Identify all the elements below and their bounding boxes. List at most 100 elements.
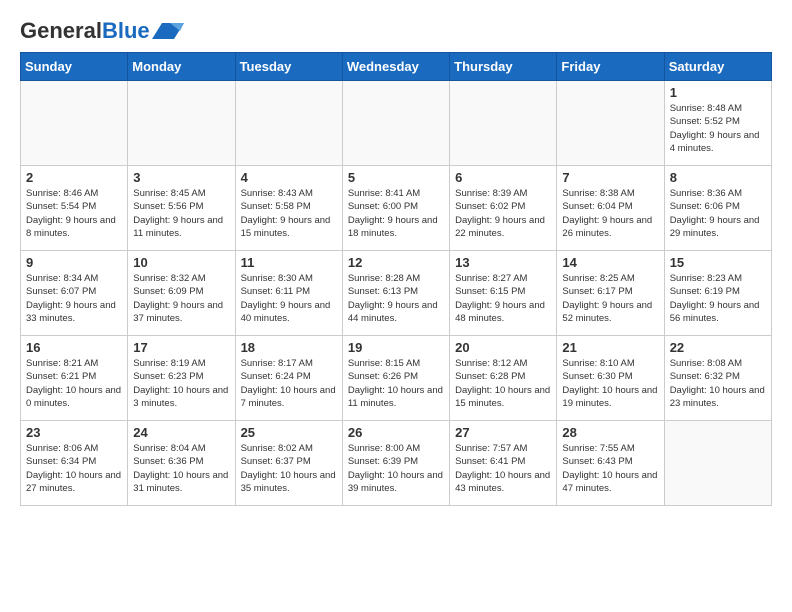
day-number: 20 xyxy=(455,340,551,355)
calendar-day-cell: 7 Sunrise: 8:38 AM Sunset: 6:04 PM Daylig… xyxy=(557,166,664,251)
calendar-week-row: 16 Sunrise: 8:21 AM Sunset: 6:21 PM Dayli… xyxy=(21,336,772,421)
day-number: 18 xyxy=(241,340,337,355)
calendar-week-row: 23 Sunrise: 8:06 AM Sunset: 6:34 PM Dayli… xyxy=(21,421,772,506)
day-number: 14 xyxy=(562,255,658,270)
day-info: Sunrise: 8:12 AM Sunset: 6:28 PM Dayligh… xyxy=(455,357,551,410)
calendar-day-cell: 25 Sunrise: 8:02 AM Sunset: 6:37 PM Dayli… xyxy=(235,421,342,506)
day-number: 12 xyxy=(348,255,444,270)
day-info: Sunrise: 8:02 AM Sunset: 6:37 PM Dayligh… xyxy=(241,442,337,495)
weekday-header: Thursday xyxy=(450,53,557,81)
day-info: Sunrise: 8:48 AM Sunset: 5:52 PM Dayligh… xyxy=(670,102,766,155)
calendar-day-cell: 27 Sunrise: 7:57 AM Sunset: 6:41 PM Dayli… xyxy=(450,421,557,506)
day-number: 13 xyxy=(455,255,551,270)
day-info: Sunrise: 8:23 AM Sunset: 6:19 PM Dayligh… xyxy=(670,272,766,325)
calendar-day-cell xyxy=(128,81,235,166)
day-number: 23 xyxy=(26,425,122,440)
day-number: 19 xyxy=(348,340,444,355)
calendar-day-cell: 1 Sunrise: 8:48 AM Sunset: 5:52 PM Daylig… xyxy=(664,81,771,166)
day-number: 22 xyxy=(670,340,766,355)
calendar-day-cell: 17 Sunrise: 8:19 AM Sunset: 6:23 PM Dayli… xyxy=(128,336,235,421)
day-info: Sunrise: 8:43 AM Sunset: 5:58 PM Dayligh… xyxy=(241,187,337,240)
day-number: 1 xyxy=(670,85,766,100)
calendar-day-cell: 13 Sunrise: 8:27 AM Sunset: 6:15 PM Dayli… xyxy=(450,251,557,336)
day-info: Sunrise: 8:19 AM Sunset: 6:23 PM Dayligh… xyxy=(133,357,229,410)
calendar-day-cell: 22 Sunrise: 8:08 AM Sunset: 6:32 PM Dayli… xyxy=(664,336,771,421)
day-info: Sunrise: 8:36 AM Sunset: 6:06 PM Dayligh… xyxy=(670,187,766,240)
calendar-day-cell: 3 Sunrise: 8:45 AM Sunset: 5:56 PM Daylig… xyxy=(128,166,235,251)
day-info: Sunrise: 8:32 AM Sunset: 6:09 PM Dayligh… xyxy=(133,272,229,325)
calendar-day-cell: 6 Sunrise: 8:39 AM Sunset: 6:02 PM Daylig… xyxy=(450,166,557,251)
page-header: GeneralBlue xyxy=(20,20,772,42)
calendar-day-cell: 21 Sunrise: 8:10 AM Sunset: 6:30 PM Dayli… xyxy=(557,336,664,421)
day-number: 6 xyxy=(455,170,551,185)
day-info: Sunrise: 8:46 AM Sunset: 5:54 PM Dayligh… xyxy=(26,187,122,240)
day-number: 11 xyxy=(241,255,337,270)
calendar-day-cell: 19 Sunrise: 8:15 AM Sunset: 6:26 PM Dayli… xyxy=(342,336,449,421)
day-number: 25 xyxy=(241,425,337,440)
logo-text: GeneralBlue xyxy=(20,20,150,42)
day-info: Sunrise: 8:39 AM Sunset: 6:02 PM Dayligh… xyxy=(455,187,551,240)
day-info: Sunrise: 8:27 AM Sunset: 6:15 PM Dayligh… xyxy=(455,272,551,325)
calendar-day-cell: 20 Sunrise: 8:12 AM Sunset: 6:28 PM Dayli… xyxy=(450,336,557,421)
day-number: 9 xyxy=(26,255,122,270)
calendar-day-cell xyxy=(21,81,128,166)
day-number: 4 xyxy=(241,170,337,185)
logo: GeneralBlue xyxy=(20,20,184,42)
calendar-day-cell: 16 Sunrise: 8:21 AM Sunset: 6:21 PM Dayli… xyxy=(21,336,128,421)
day-number: 28 xyxy=(562,425,658,440)
day-info: Sunrise: 8:00 AM Sunset: 6:39 PM Dayligh… xyxy=(348,442,444,495)
day-info: Sunrise: 8:45 AM Sunset: 5:56 PM Dayligh… xyxy=(133,187,229,240)
day-info: Sunrise: 8:34 AM Sunset: 6:07 PM Dayligh… xyxy=(26,272,122,325)
calendar-day-cell xyxy=(235,81,342,166)
day-info: Sunrise: 8:08 AM Sunset: 6:32 PM Dayligh… xyxy=(670,357,766,410)
day-info: Sunrise: 8:15 AM Sunset: 6:26 PM Dayligh… xyxy=(348,357,444,410)
calendar-day-cell: 15 Sunrise: 8:23 AM Sunset: 6:19 PM Dayli… xyxy=(664,251,771,336)
calendar-day-cell: 28Sunrise: 7:55 AM Sunset: 6:43 PM Dayli… xyxy=(557,421,664,506)
day-number: 5 xyxy=(348,170,444,185)
weekday-header: Sunday xyxy=(21,53,128,81)
calendar-week-row: 1 Sunrise: 8:48 AM Sunset: 5:52 PM Daylig… xyxy=(21,81,772,166)
day-number: 3 xyxy=(133,170,229,185)
day-number: 16 xyxy=(26,340,122,355)
calendar-week-row: 9 Sunrise: 8:34 AM Sunset: 6:07 PM Daylig… xyxy=(21,251,772,336)
calendar-day-cell xyxy=(557,81,664,166)
calendar-day-cell xyxy=(342,81,449,166)
day-number: 17 xyxy=(133,340,229,355)
day-number: 15 xyxy=(670,255,766,270)
day-number: 10 xyxy=(133,255,229,270)
calendar-header-row: SundayMondayTuesdayWednesdayThursdayFrid… xyxy=(21,53,772,81)
calendar-day-cell: 26 Sunrise: 8:00 AM Sunset: 6:39 PM Dayli… xyxy=(342,421,449,506)
calendar-day-cell: 5 Sunrise: 8:41 AM Sunset: 6:00 PM Daylig… xyxy=(342,166,449,251)
day-info: Sunrise: 8:28 AM Sunset: 6:13 PM Dayligh… xyxy=(348,272,444,325)
calendar-week-row: 2 Sunrise: 8:46 AM Sunset: 5:54 PM Daylig… xyxy=(21,166,772,251)
calendar-day-cell: 18Sunrise: 8:17 AM Sunset: 6:24 PM Dayli… xyxy=(235,336,342,421)
day-number: 2 xyxy=(26,170,122,185)
day-info: Sunrise: 8:30 AM Sunset: 6:11 PM Dayligh… xyxy=(241,272,337,325)
day-info: Sunrise: 8:41 AM Sunset: 6:00 PM Dayligh… xyxy=(348,187,444,240)
day-info: Sunrise: 8:10 AM Sunset: 6:30 PM Dayligh… xyxy=(562,357,658,410)
calendar-day-cell: 11 Sunrise: 8:30 AM Sunset: 6:11 PM Dayli… xyxy=(235,251,342,336)
day-info: Sunrise: 8:06 AM Sunset: 6:34 PM Dayligh… xyxy=(26,442,122,495)
day-number: 21 xyxy=(562,340,658,355)
calendar-day-cell: 14Sunrise: 8:25 AM Sunset: 6:17 PM Dayli… xyxy=(557,251,664,336)
weekday-header: Monday xyxy=(128,53,235,81)
day-info: Sunrise: 7:57 AM Sunset: 6:41 PM Dayligh… xyxy=(455,442,551,495)
calendar-day-cell: 8 Sunrise: 8:36 AM Sunset: 6:06 PM Daylig… xyxy=(664,166,771,251)
calendar-day-cell: 10 Sunrise: 8:32 AM Sunset: 6:09 PM Dayli… xyxy=(128,251,235,336)
calendar-day-cell xyxy=(664,421,771,506)
day-number: 27 xyxy=(455,425,551,440)
calendar-day-cell: 24Sunrise: 8:04 AM Sunset: 6:36 PM Dayli… xyxy=(128,421,235,506)
calendar-day-cell: 9 Sunrise: 8:34 AM Sunset: 6:07 PM Daylig… xyxy=(21,251,128,336)
day-info: Sunrise: 8:21 AM Sunset: 6:21 PM Dayligh… xyxy=(26,357,122,410)
calendar-day-cell xyxy=(450,81,557,166)
logo-icon xyxy=(152,21,184,41)
calendar-day-cell: 12 Sunrise: 8:28 AM Sunset: 6:13 PM Dayli… xyxy=(342,251,449,336)
day-number: 7 xyxy=(562,170,658,185)
day-number: 8 xyxy=(670,170,766,185)
calendar-day-cell: 23 Sunrise: 8:06 AM Sunset: 6:34 PM Dayli… xyxy=(21,421,128,506)
weekday-header: Friday xyxy=(557,53,664,81)
day-info: Sunrise: 8:38 AM Sunset: 6:04 PM Dayligh… xyxy=(562,187,658,240)
calendar-table: SundayMondayTuesdayWednesdayThursdayFrid… xyxy=(20,52,772,506)
day-number: 26 xyxy=(348,425,444,440)
weekday-header: Tuesday xyxy=(235,53,342,81)
